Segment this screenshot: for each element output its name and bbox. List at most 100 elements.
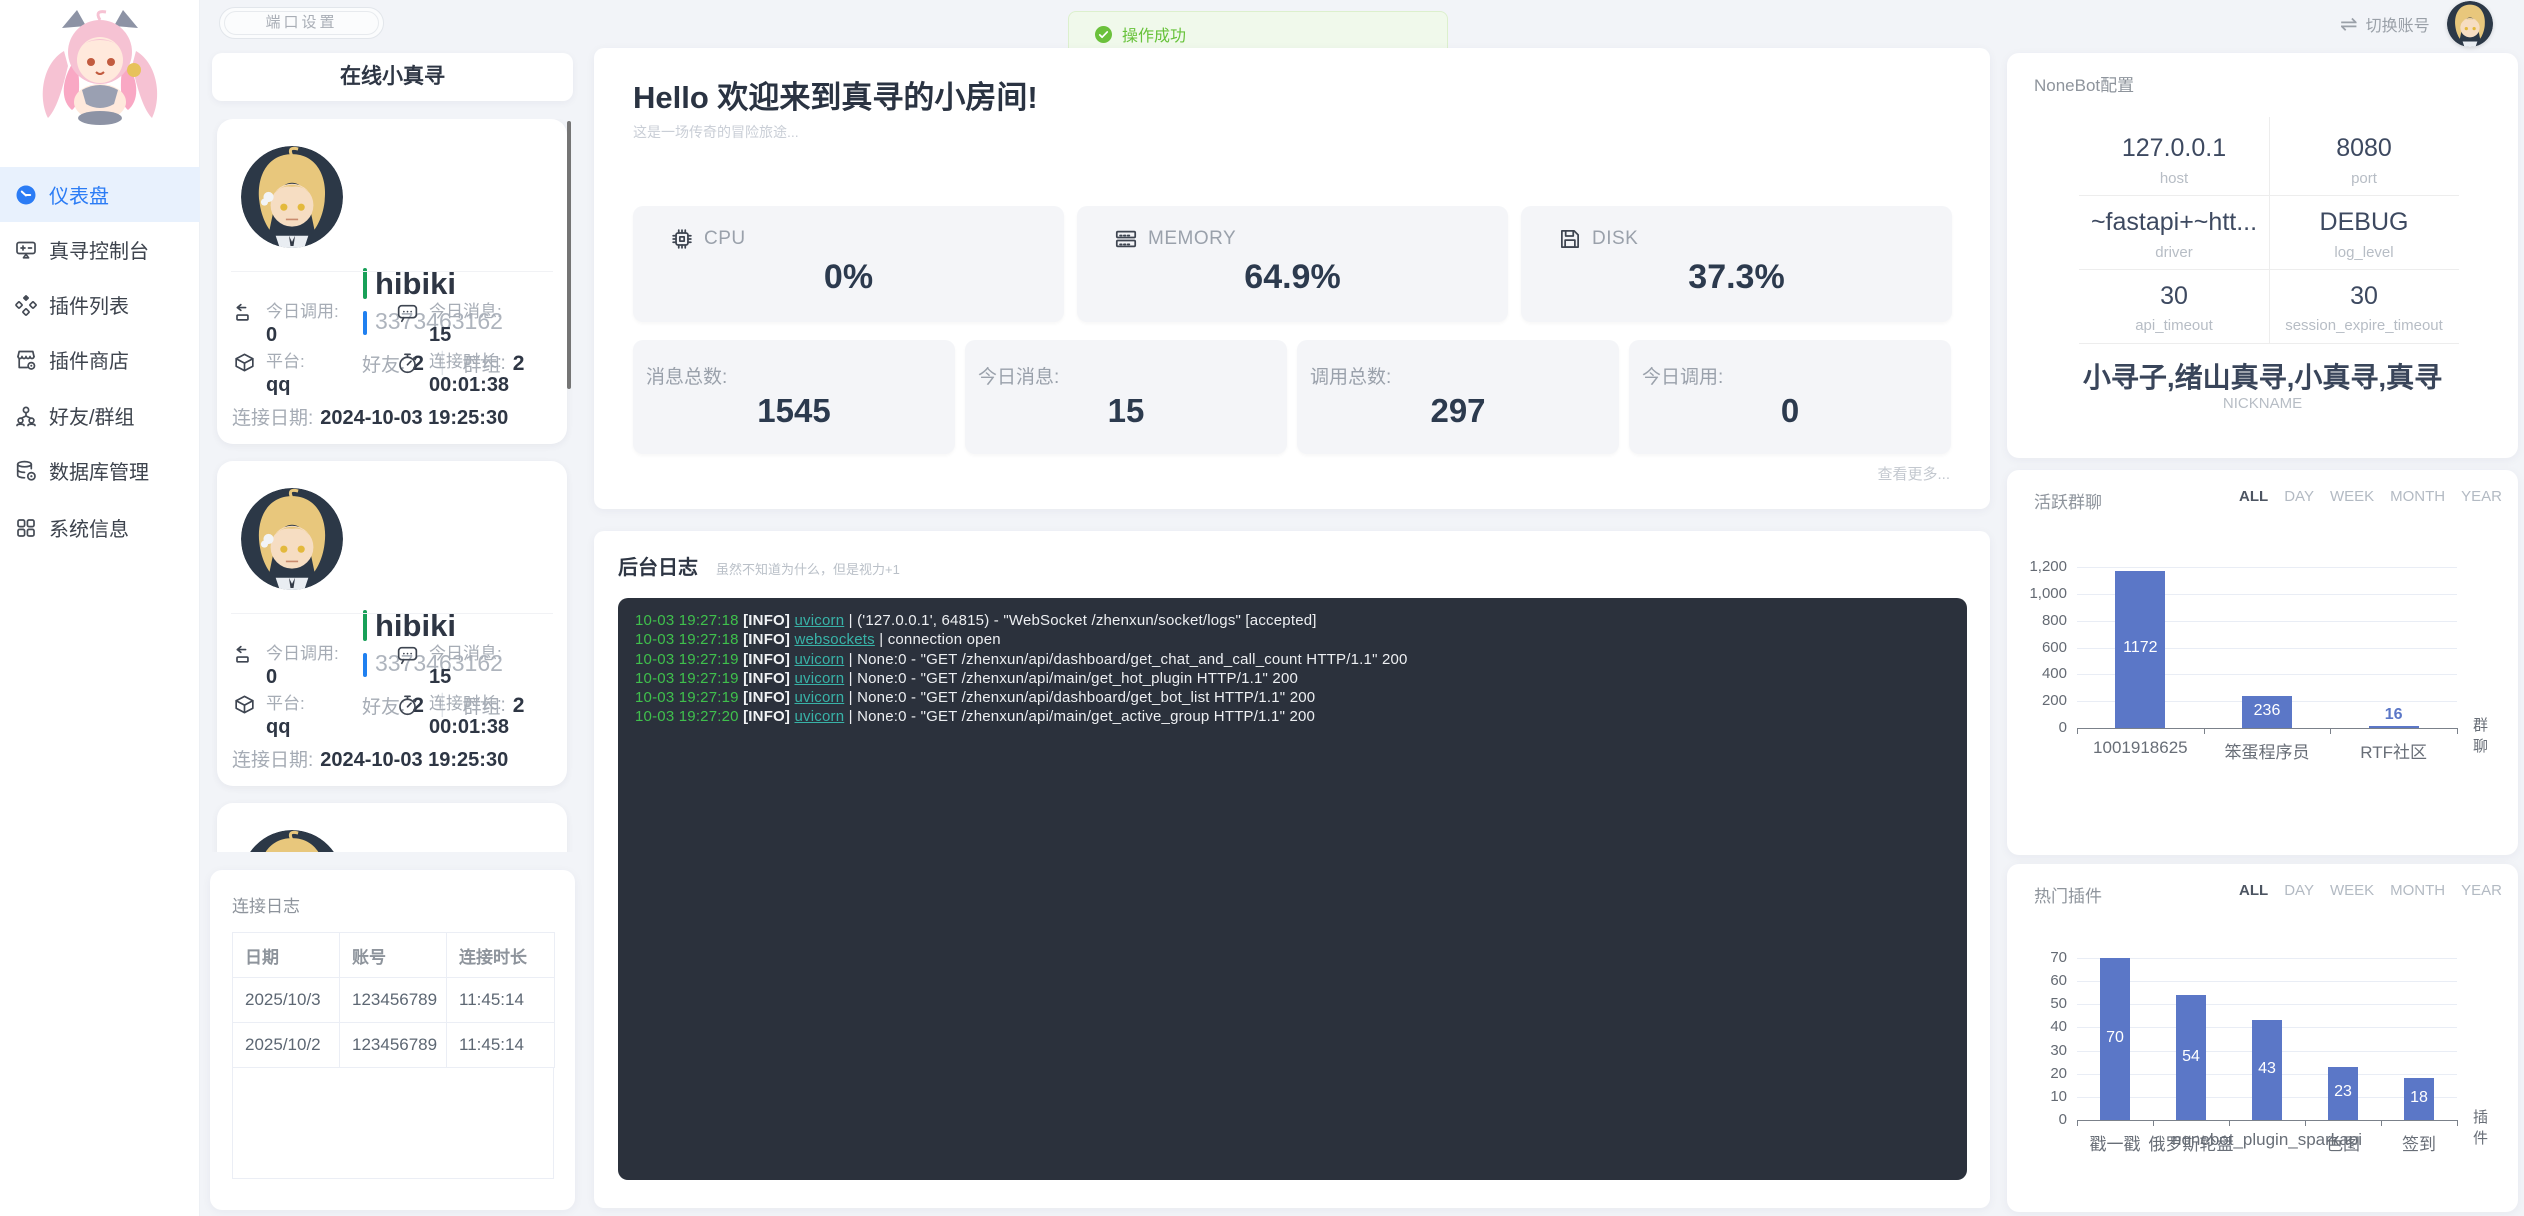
plugin-store-icon	[14, 348, 38, 372]
connect-date-row: 连接日期:2024-10-03 19:25:30	[232, 403, 508, 430]
config-driver-value: ~fastapi+~htt...	[2079, 208, 2269, 237]
bot-avatar	[241, 488, 343, 590]
sidebar-item-console[interactable]: 真寻控制台	[0, 222, 200, 277]
y-axis-tick-label: 600	[2011, 639, 2067, 656]
log-console: 10-03 19:27:18 [INFO] uvicorn | ('127.0.…	[618, 598, 1967, 1180]
sidebar-item-dashboard[interactable]: 仪表盘	[0, 167, 200, 222]
success-check-icon	[1095, 26, 1112, 43]
table-row: 2025/10/3 123456789 11:45:14	[233, 978, 555, 1023]
axis-tick	[2457, 728, 2458, 734]
x-axis-unit: 群聊	[2473, 714, 2488, 756]
tab-month[interactable]: MONTH	[2390, 882, 2445, 899]
toast-message: 操作成功	[1122, 22, 1186, 46]
user-avatar[interactable]	[2447, 1, 2493, 47]
log-line: 10-03 19:27:18 [INFO] uvicorn | ('127.0.…	[635, 611, 1957, 630]
sidebar-item-friends-groups[interactable]: 好友/群组	[0, 388, 200, 443]
platform-stat: 平台:qq	[232, 347, 305, 397]
tab-year[interactable]: YEAR	[2461, 882, 2502, 899]
axis-tick	[2229, 1120, 2230, 1126]
bar-value-label: 236	[2254, 702, 2281, 720]
today-calls-card: 今日调用: 0	[1629, 340, 1951, 454]
backend-log-subtitle: 虽然不知道为什么，但是视力+1	[716, 559, 900, 578]
tab-all[interactable]: ALL	[2239, 882, 2268, 899]
y-axis-tick-label: 800	[2011, 612, 2067, 629]
sidebar-item-label: 好友/群组	[49, 401, 135, 430]
return-icon	[232, 643, 257, 668]
tab-day[interactable]: DAY	[2284, 882, 2314, 899]
sidebar-item-label: 仪表盘	[49, 180, 109, 209]
bot-card[interactable]: hibiki	[217, 803, 567, 852]
memory-icon	[1113, 226, 1139, 252]
active-groups-title: 活跃群聊	[2034, 488, 2102, 513]
connect-date-row: 连接日期:2024-10-03 19:25:30	[232, 745, 508, 772]
connect-duration-stat: 连接时长:00:01:38	[395, 347, 509, 397]
hot-plugins-chart: 插件 01020304050607070戳一戳54俄罗斯轮盘43nonebot_…	[2077, 958, 2457, 1120]
x-axis-line	[2077, 1120, 2457, 1121]
table-row: 2025/10/2 123456789 11:45:14	[233, 1023, 555, 1068]
divider	[231, 613, 553, 614]
sidebar-item-plugin-list[interactable]: 插件列表	[0, 277, 200, 332]
gridline	[2077, 981, 2457, 982]
gridline	[2077, 1004, 2457, 1005]
platform-icon	[232, 351, 257, 376]
switch-account-label: 切换账号	[2366, 12, 2430, 36]
table-empty-area	[232, 1067, 554, 1179]
tab-year[interactable]: YEAR	[2461, 488, 2502, 505]
axis-tick	[2457, 1120, 2458, 1126]
tab-month[interactable]: MONTH	[2390, 488, 2445, 505]
today-messages-stat: 今日消息:15	[395, 297, 502, 347]
tab-day[interactable]: DAY	[2284, 488, 2314, 505]
log-line: 10-03 19:27:19 [INFO] uvicorn | None:0 -…	[635, 650, 1957, 669]
page-subtitle: 这是一场传奇的冒险旅途...	[633, 122, 799, 142]
axis-tick	[2204, 728, 2205, 734]
config-port-label: port	[2269, 170, 2459, 187]
today-calls-stat: 今日调用:0	[232, 297, 339, 347]
sidebar-item-database[interactable]: 数据库管理	[0, 443, 200, 498]
system-info-icon	[14, 516, 38, 540]
bot-card[interactable]: hibiki 3373463162 好友:2 │ 群组:2 今日调用:0 今日消…	[217, 461, 567, 786]
log-line: 10-03 19:27:18 [INFO] websockets | conne…	[635, 630, 1957, 649]
tab-week[interactable]: WEEK	[2330, 882, 2374, 899]
return-icon	[232, 301, 257, 326]
log-line: 10-03 19:27:19 [INFO] uvicorn | None:0 -…	[635, 688, 1957, 707]
switch-account-button[interactable]: ⇌ 切换账号	[2340, 12, 2430, 36]
bot-list-scrollbar[interactable]	[567, 121, 571, 389]
tab-week[interactable]: WEEK	[2330, 488, 2374, 505]
x-axis-category-label: 色图	[2326, 1130, 2360, 1155]
axis-tick	[2077, 728, 2078, 734]
y-axis-tick-label: 60	[2011, 972, 2067, 989]
port-settings-button[interactable]: 端口设置	[219, 7, 384, 39]
y-axis-tick-label: 20	[2011, 1065, 2067, 1082]
database-icon	[14, 459, 38, 483]
memory-value: 64.9%	[1077, 258, 1508, 297]
divider	[2079, 343, 2459, 344]
y-axis-tick-label: 200	[2011, 692, 2067, 709]
axis-tick	[2153, 1120, 2154, 1126]
today-messages-stat: 今日消息:15	[395, 639, 502, 689]
sidebar-item-label: 插件商店	[49, 345, 129, 374]
config-nickname-label: NICKNAME	[2034, 395, 2491, 412]
bar-value-label: 43	[2258, 1060, 2276, 1078]
memory-card: MEMORY 64.9%	[1077, 206, 1508, 322]
config-apitimeout-value: 30	[2079, 282, 2269, 311]
axis-tick	[2330, 728, 2331, 734]
backend-log-title: 后台日志	[618, 551, 698, 580]
bar-value-label: 1172	[2123, 639, 2157, 657]
online-bots-title: 在线小真寻	[212, 53, 573, 101]
today-messages-card: 今日消息: 15	[965, 340, 1287, 454]
log-line: 10-03 19:27:19 [INFO] uvicorn | None:0 -…	[635, 669, 1957, 688]
tab-all[interactable]: ALL	[2239, 488, 2268, 505]
memory-label: MEMORY	[1148, 228, 1236, 250]
time-range-tabs: ALL DAY WEEK MONTH YEAR	[2239, 488, 2502, 505]
x-axis-category-label: RTF社区	[2360, 738, 2427, 763]
x-axis-category-label: 笨蛋程序员	[2225, 738, 2310, 763]
bar-value-label: 23	[2334, 1083, 2352, 1101]
sidebar-item-plugin-store[interactable]: 插件商店	[0, 332, 200, 387]
view-more-link[interactable]: 查看更多...	[1877, 463, 1950, 484]
bot-card[interactable]: hibiki 3373463162 好友:2 │ 群组:2 今日调用:0 今日消…	[217, 119, 567, 444]
platform-stat: 平台:qq	[232, 689, 305, 739]
sidebar-item-system-info[interactable]: 系统信息	[0, 500, 200, 555]
disk-icon	[1557, 226, 1583, 252]
divider	[231, 271, 553, 272]
online-bots-list: hibiki 3373463162 好友:2 │ 群组:2 今日调用:0 今日消…	[212, 119, 576, 852]
